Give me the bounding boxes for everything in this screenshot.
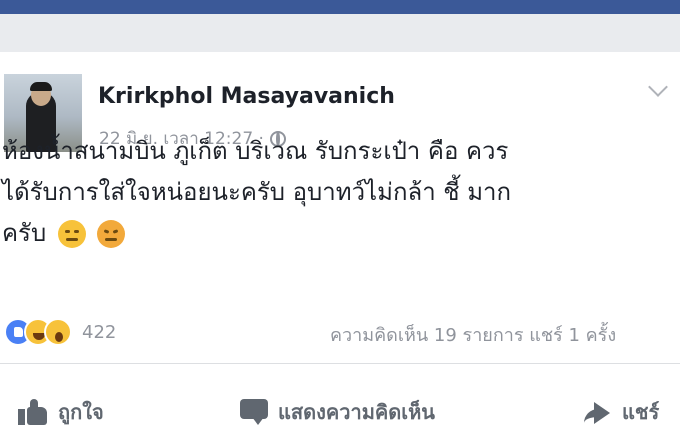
like-button[interactable]: ถูกใจ xyxy=(18,396,104,428)
share-label: แชร์ xyxy=(622,400,660,424)
thumb-cuff xyxy=(18,409,25,425)
post-text-line: ได้รับการใส่ใจหน่อยนะครับ อุบาทว์ไม่กล้า… xyxy=(2,178,512,206)
emoji-eye xyxy=(104,229,110,234)
angry-face-icon xyxy=(97,220,126,248)
emoji-eye xyxy=(64,230,70,233)
bubble-body xyxy=(240,399,268,419)
like-label: ถูกใจ xyxy=(58,400,104,424)
comment-button[interactable]: แสดงความคิดเห็น xyxy=(240,396,435,428)
confused-face-icon xyxy=(57,220,86,248)
share-button[interactable]: แชร์ xyxy=(582,396,659,428)
reaction-count: 422 xyxy=(82,321,117,343)
emoji-eye xyxy=(113,229,119,234)
author-name[interactable]: Krirkphol Masayavanich xyxy=(98,84,395,109)
emoji-mouth xyxy=(105,238,118,241)
thumb-tip xyxy=(30,399,38,411)
emoji-eye xyxy=(73,230,79,233)
share-arrowhead xyxy=(594,402,610,424)
comment-share-stats[interactable]: ความคิดเห็น 19 รายการ แชร์ 1 ครั้ง xyxy=(330,320,616,349)
divider xyxy=(0,363,680,364)
comment-label: แสดงความคิดเห็น xyxy=(278,400,435,424)
post-text: ห้องน้ำสนามบิน ภูเก็ต บริเวณ รับกระเป๋า … xyxy=(2,131,672,254)
post-text-line: ห้องน้ำสนามบิน ภูเก็ต บริเวณ รับกระเป๋า … xyxy=(2,137,509,165)
share-arrow-icon xyxy=(582,400,612,424)
comment-bubble-icon xyxy=(240,399,268,425)
bubble-tail xyxy=(252,417,264,425)
chevron-down-icon[interactable] xyxy=(648,77,668,97)
thumbs-up-icon xyxy=(18,399,48,425)
wow-reaction-icon xyxy=(44,318,72,346)
avatar-hair xyxy=(30,82,52,91)
top-navigation-bar xyxy=(0,0,680,14)
emoji-mouth xyxy=(65,238,78,241)
reactions-summary[interactable]: 422 xyxy=(4,316,116,348)
post-text-line-last: ครับ xyxy=(2,213,672,254)
post-text-line: ครับ xyxy=(2,219,47,247)
